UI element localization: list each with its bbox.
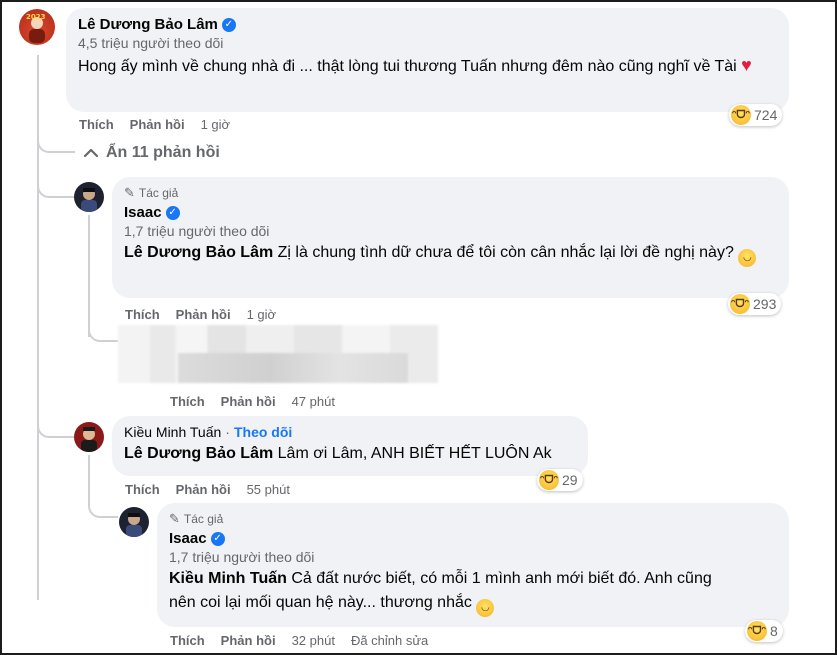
avatar-isaac[interactable] (74, 182, 104, 212)
verified-badge-icon: ✓ (210, 531, 225, 546)
reply-button[interactable]: Phản hồi (176, 307, 231, 322)
like-button[interactable]: Thích (79, 117, 114, 132)
hide-replies-toggle[interactable]: Ẩn 11 phản hồi (84, 144, 220, 162)
thread-line-reply2 (88, 455, 90, 503)
reply-button[interactable]: Phản hồi (176, 482, 231, 497)
reply-button[interactable]: Phản hồi (221, 394, 276, 409)
reply-actions: Thích Phản hồi 55 phút (125, 482, 290, 497)
comment-actions: Thích Phản hồi 1 giờ (79, 117, 230, 132)
reply-bubble: Kiều Minh Tuấn · Theo dõi Lê Dương Bảo L… (112, 416, 588, 476)
reply-timestamp[interactable]: 32 phút (292, 633, 335, 648)
comment-bubble: Lê Dương Bảo Lâm ✓ 4,5 triệu người theo … (66, 8, 789, 112)
author-badge: Tác giả (183, 512, 224, 526)
comment-timestamp[interactable]: 1 giờ (201, 117, 231, 132)
like-button[interactable]: Thích (170, 394, 205, 409)
reply-author-name[interactable]: Isaac (169, 530, 207, 547)
mention-link[interactable]: Lê Dương Bảo Lâm (124, 445, 273, 462)
reply-actions: Thích Phản hồi 32 phút Đã chỉnh sửa (170, 633, 428, 648)
reply-timestamp[interactable]: 47 phút (292, 394, 335, 409)
comment-text-body: Hong ấy mình về chung nhà đi ... thật lò… (78, 58, 737, 75)
reply-text: Lê Dương Bảo Lâm Lâm ơi Lâm, ANH BIẾT HẾ… (124, 442, 576, 466)
avatar-isaac[interactable] (119, 507, 149, 537)
reaction-summary[interactable]: ᵔᗜᵔ 724 (729, 104, 783, 126)
avatar-image-icon (81, 188, 97, 212)
heart-emoji-icon: ♥ (741, 55, 752, 75)
reply-bubble: ✎ Tác giả Isaac ✓ 1,7 triệu người theo d… (112, 177, 789, 298)
thread-elbow-reply1 (37, 180, 75, 198)
thread-line-reply1 (88, 215, 90, 337)
thread-elbow-reply2 (37, 420, 75, 438)
like-button[interactable]: Thích (125, 482, 160, 497)
reaction-count: 724 (754, 107, 778, 123)
reaction-summary[interactable]: ᵔᗜᵔ 8 (745, 620, 783, 642)
reaction-summary[interactable]: ᵔᗜᵔ 293 (728, 293, 782, 315)
reply-text-body: Zị là chung tình dữ chưa để tôi còn cân … (277, 244, 734, 261)
follower-count: 4,5 triệu người theo dõi (78, 35, 224, 51)
like-button[interactable]: Thích (125, 307, 160, 322)
reply-actions: Thích Phản hồi 1 giờ (125, 307, 276, 322)
haha-reaction-icon: ᵔᗜᵔ (539, 470, 559, 490)
reply-text-line1: Cả đất nước biết, có mỗi 1 mình anh mới … (291, 570, 712, 587)
chevron-up-icon (84, 148, 98, 158)
hide-replies-label: Ẩn 11 phản hồi (106, 144, 220, 161)
avatar-image-icon (81, 427, 97, 452)
relieved-emoji-icon: ◡ (738, 249, 757, 267)
reply-author-name[interactable]: Kiều Minh Tuấn (124, 424, 221, 440)
pencil-icon: ✎ (169, 511, 180, 526)
reply-text-body: Lâm ơi Lâm, ANH BIẾT HẾT LUÔN Ak (277, 445, 552, 462)
haha-reaction-icon: ᵔᗜᵔ (730, 294, 750, 314)
avatar-kieu-minh-tuan[interactable] (74, 422, 104, 452)
reply-button[interactable]: Phản hồi (130, 117, 185, 132)
reply-timestamp[interactable]: 55 phút (247, 482, 290, 497)
blurred-comment (118, 325, 438, 383)
haha-reaction-icon: ᵔᗜᵔ (747, 621, 767, 641)
avatar-image-icon (126, 513, 142, 537)
haha-reaction-icon: ᵔᗜᵔ (731, 105, 751, 125)
smirk-emoji-icon: ◡ (476, 599, 495, 617)
verified-badge-icon: ✓ (165, 205, 180, 220)
avatar-le-duong-bao-lam[interactable]: 2023 (19, 9, 55, 45)
pencil-icon: ✎ (124, 185, 135, 200)
reply-text: Kiều Minh Tuấn Cả đất nước biết, có mỗi … (169, 567, 777, 617)
reply-text-line2: nên coi lại mối quan hệ này... thương nh… (169, 594, 472, 611)
reaction-summary[interactable]: ᵔᗜᵔ 29 (537, 469, 583, 491)
thread-elbow-blurred (88, 320, 118, 342)
reply-timestamp[interactable]: 1 giờ (247, 307, 277, 322)
reaction-count: 29 (562, 472, 578, 488)
reply-button[interactable]: Phản hồi (221, 633, 276, 648)
verified-badge-icon: ✓ (221, 17, 236, 32)
reply-actions: Thích Phản hồi 47 phút (170, 394, 335, 409)
mention-link[interactable]: Kiều Minh Tuấn (169, 570, 287, 587)
mention-link[interactable]: Lê Dương Bảo Lâm (124, 244, 273, 261)
reaction-count: 293 (753, 296, 777, 312)
separator-dot: · (225, 424, 230, 440)
reply-text: Lê Dương Bảo Lâm Zị là chung tình dữ chư… (124, 241, 777, 267)
avatar-image-icon: 2023 (26, 13, 46, 43)
author-badge: Tác giả (138, 186, 179, 200)
like-button[interactable]: Thích (170, 633, 205, 648)
comment-author-name[interactable]: Lê Dương Bảo Lâm (78, 16, 218, 33)
thread-elbow-toggle (37, 135, 75, 153)
reaction-count: 8 (770, 623, 778, 639)
follower-count: 1,7 triệu người theo dõi (124, 223, 270, 239)
follow-button[interactable]: Theo dõi (234, 424, 292, 440)
follower-count: 1,7 triệu người theo dõi (169, 549, 315, 565)
comment-text: Hong ấy mình về chung nhà đi ... thật lò… (78, 53, 777, 79)
reply-author-name[interactable]: Isaac (124, 204, 162, 221)
thread-elbow-reply3 (88, 500, 118, 518)
svg-text:2023: 2023 (26, 13, 46, 21)
edited-label[interactable]: Đã chỉnh sửa (351, 633, 428, 648)
reply-bubble: ✎ Tác giả Isaac ✓ 1,7 triệu người theo d… (157, 503, 789, 627)
